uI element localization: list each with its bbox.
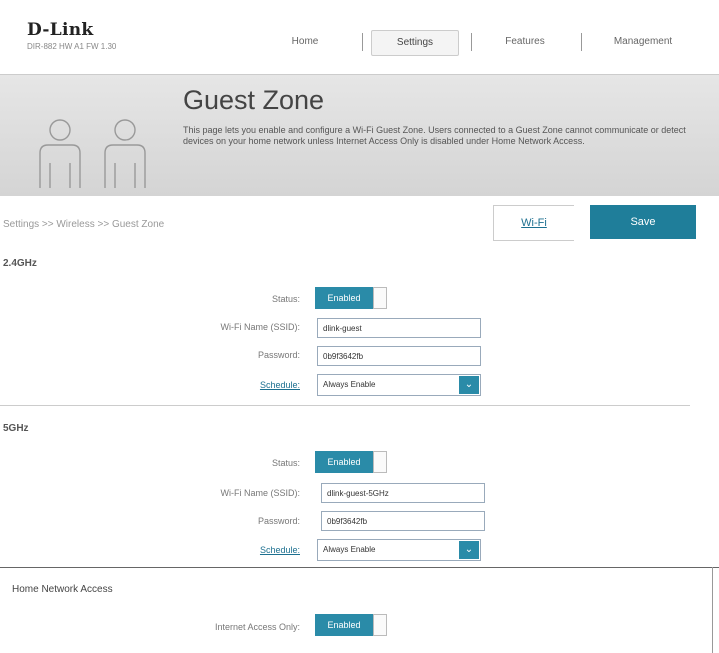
chevron-down-icon: ⌄ [459,376,479,394]
wifi-link[interactable]: Wi-Fi [493,205,574,241]
save-button[interactable]: Save [590,205,696,239]
nav-management[interactable]: Management [593,30,693,54]
section-title-2-4ghz: 2.4GHz [3,258,37,269]
top-bar: D-Link DIR-882 HW A1 FW 1.30 Home Settin… [0,0,719,74]
toggle-knob [373,451,387,473]
toggle-knob [373,614,387,636]
nav-divider [581,33,582,51]
chevron-down-icon: ⌄ [459,541,479,559]
schedule-select-2-4ghz[interactable]: Always Enable ⌄ [317,374,481,396]
section-title-home-network: Home Network Access [12,584,113,595]
section-divider [0,567,719,568]
password-label: Password: [257,350,300,360]
status-toggle-5ghz[interactable]: Enabled [315,451,387,473]
nav-divider [471,33,472,51]
internet-only-toggle[interactable]: Enabled [315,614,387,636]
action-bar: Settings >> Wireless >> Guest Zone Wi-Fi… [0,196,719,250]
toggle-state: Enabled [315,614,373,636]
internet-only-label: Internet Access Only: [214,622,300,632]
toggle-knob [373,287,387,309]
nav-home[interactable]: Home [270,30,340,54]
password-input-2-4ghz[interactable]: 0b9f3642fb [317,346,481,366]
breadcrumb: Settings >> Wireless >> Guest Zone [3,219,165,230]
ssid-input-2-4ghz[interactable]: dlink-guest [317,318,481,338]
status-label: Status: [271,294,300,304]
ssid-input-5ghz[interactable]: dlink-guest-5GHz [321,483,485,503]
section-divider [0,405,690,406]
page-description: This page lets you enable and configure … [183,125,686,146]
nav-settings[interactable]: Settings [371,30,459,56]
status-label: Status: [271,458,300,468]
password-input-5ghz[interactable]: 0b9f3642fb [321,511,485,531]
frame-edge [712,567,713,653]
page-title: Guest Zone [183,85,325,115]
toggle-state: Enabled [315,451,373,473]
password-label: Password: [257,516,300,526]
main-nav: Home Settings Features Management [0,30,719,56]
schedule-link-2-4ghz[interactable]: Schedule: [140,380,300,390]
nav-divider [362,33,363,51]
page-hero: Guest Zone This page lets you enable and… [0,74,719,197]
toggle-state: Enabled [315,287,373,309]
ssid-label: Wi-Fi Name (SSID): [220,322,301,332]
schedule-select-5ghz[interactable]: Always Enable ⌄ [317,539,481,561]
ssid-label: Wi-Fi Name (SSID): [220,488,301,498]
status-toggle-2-4ghz[interactable]: Enabled [315,287,387,309]
schedule-value: Always Enable [323,545,376,554]
schedule-link-5ghz[interactable]: Schedule: [140,545,300,555]
section-title-5ghz: 5GHz [3,423,29,434]
users-icon [39,119,146,188]
schedule-value: Always Enable [323,380,376,389]
nav-features[interactable]: Features [486,30,564,54]
